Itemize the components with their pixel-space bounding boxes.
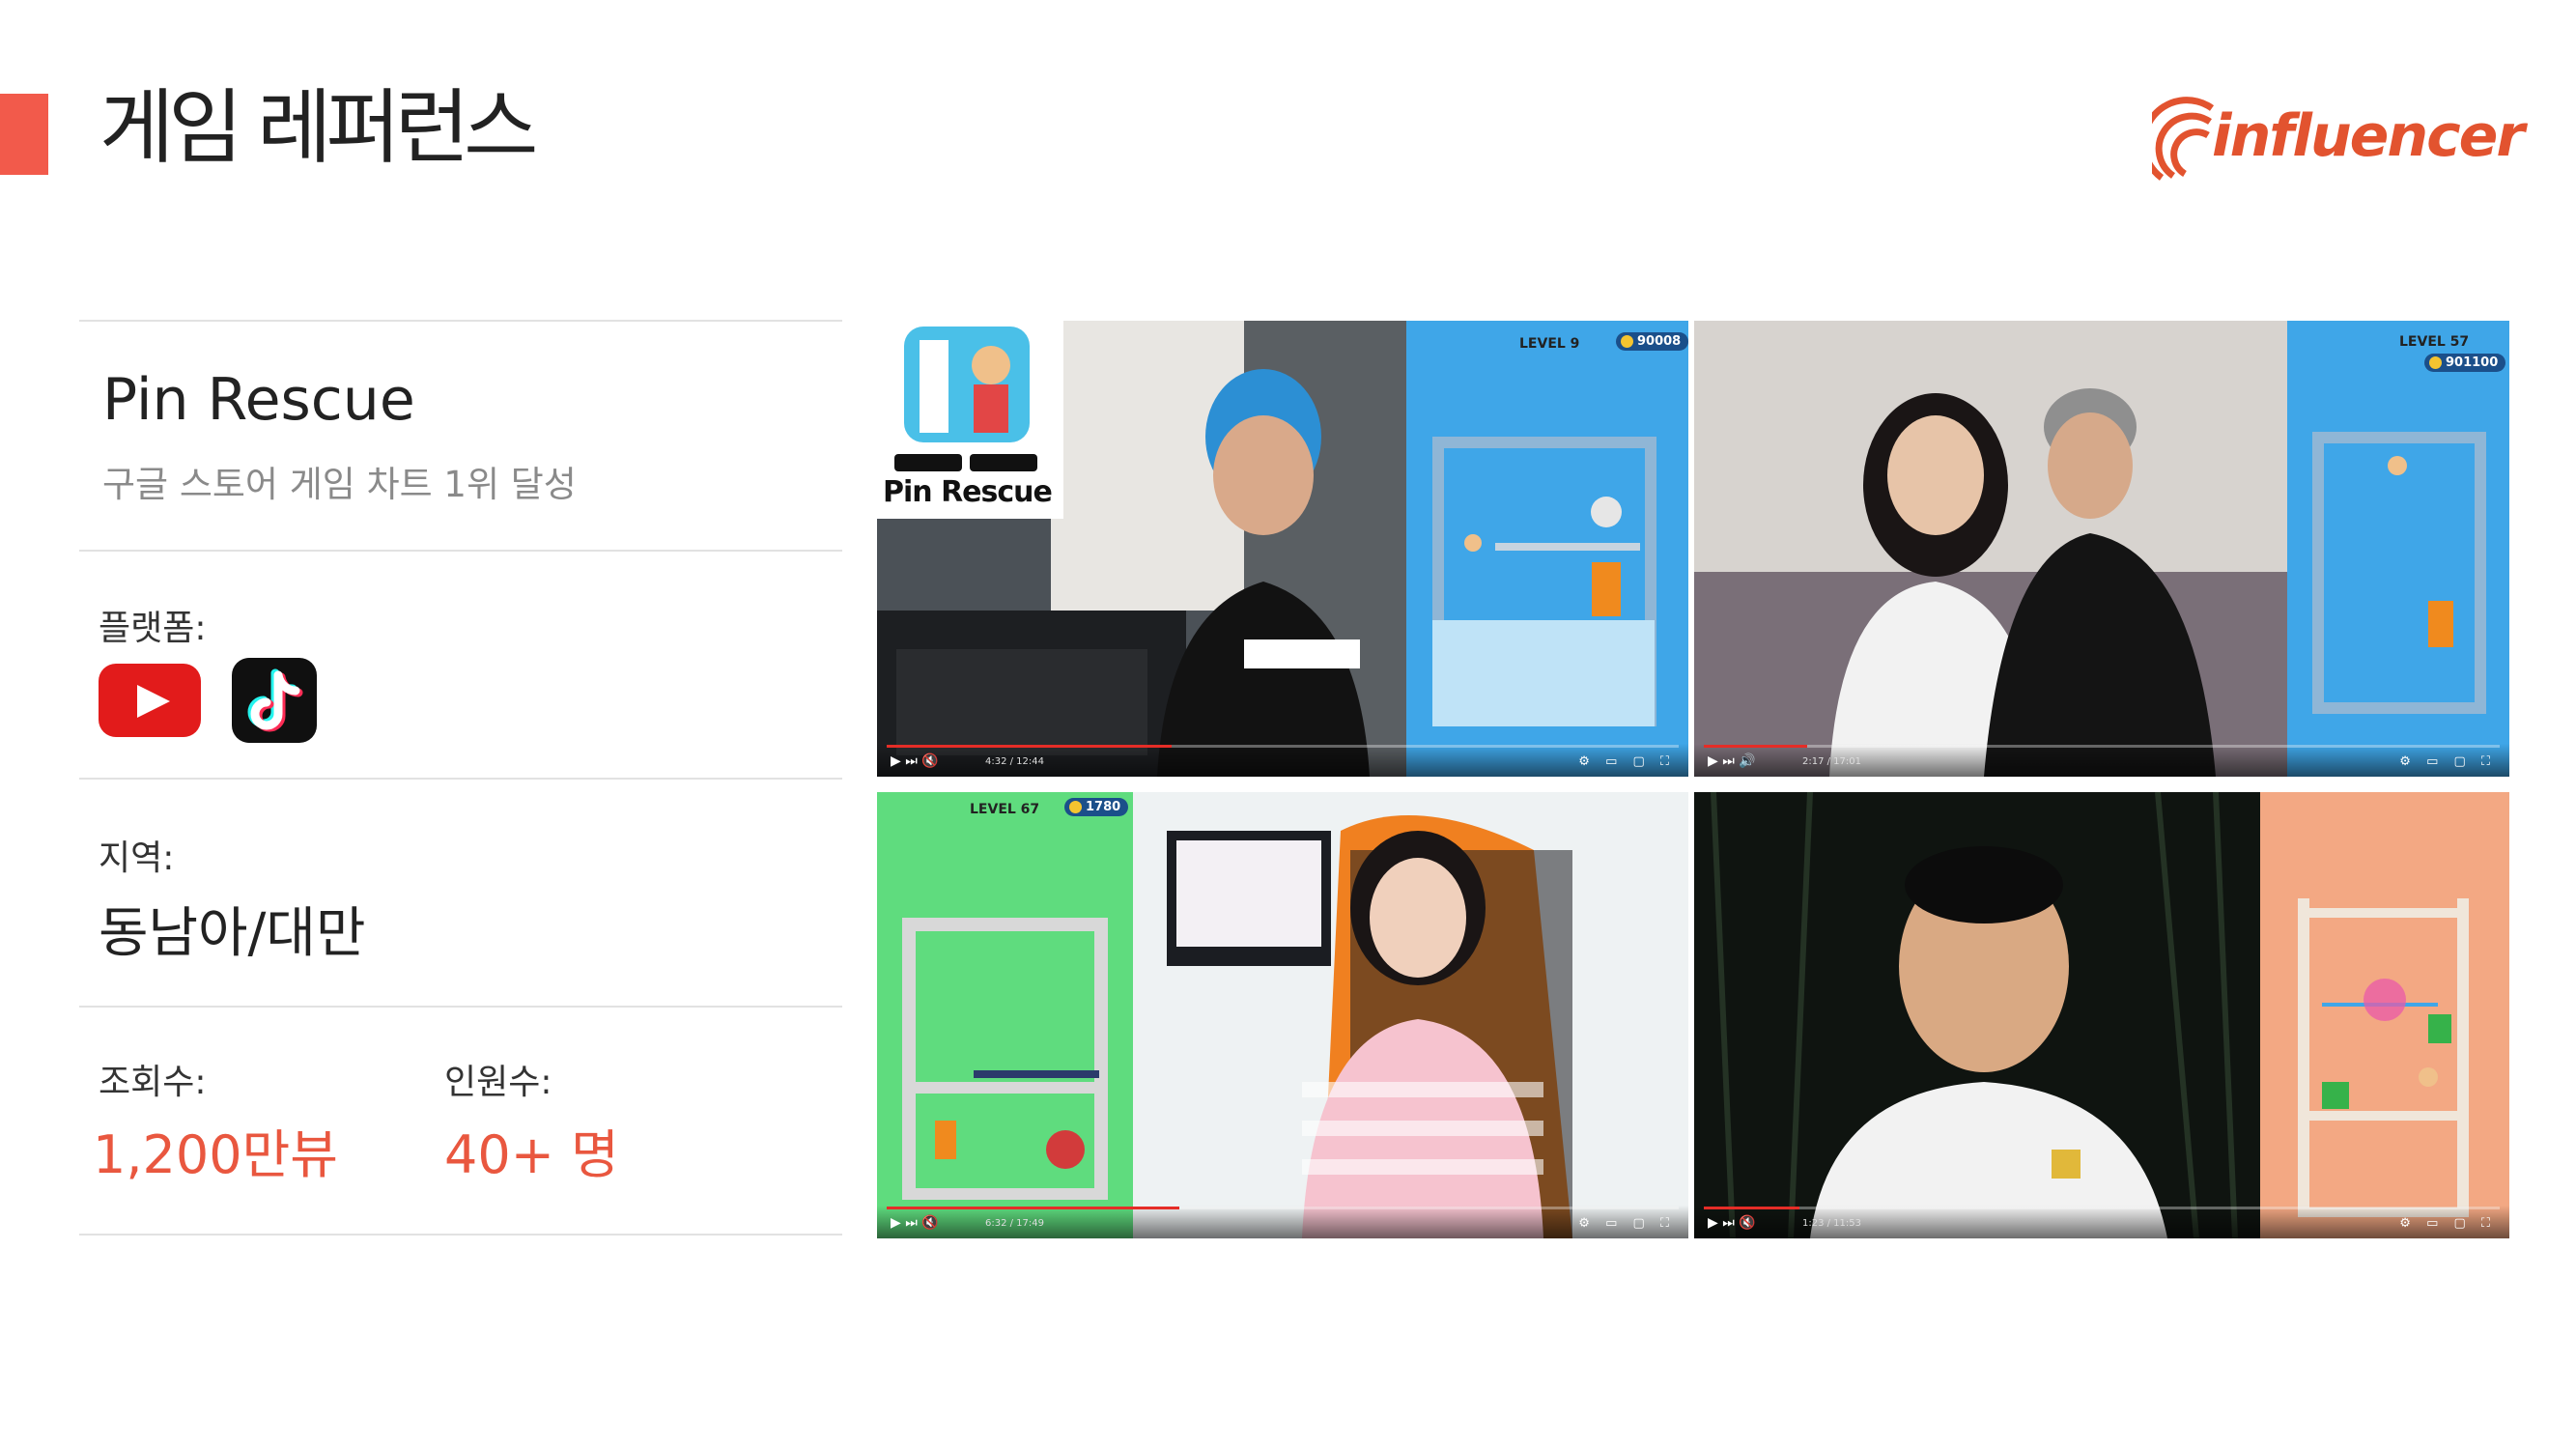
video-thumbnail-3[interactable]: LEVEL 67 1780 ▶ ⏭ 🔇 6:32 / 17:49 ⚙ ▭ ▢ ⛶ — [877, 792, 1688, 1238]
game-level: LEVEL 67 — [970, 802, 1040, 817]
app-badge: Pin Rescue — [877, 321, 1063, 519]
player-controls[interactable]: ▶ ⏭ 🔇 — [891, 1215, 939, 1231]
game-level: LEVEL 57 — [2399, 334, 2470, 350]
video-progress-bar[interactable] — [1704, 745, 2500, 748]
player-controls[interactable]: ▶ ⏭ 🔇 — [1708, 1215, 1756, 1231]
coin-counter: 901100 — [2424, 354, 2506, 372]
platform-label: 플랫폼: — [99, 609, 207, 648]
video-frame-3 — [877, 792, 1688, 1238]
page-title: 게임 레퍼런스 — [99, 80, 538, 175]
pin-rescue-app-icon — [894, 327, 1037, 471]
influencer-logo: influencer — [2152, 93, 2525, 185]
video-reference-grid: Pin Rescue LEVEL 9 90008 ▶ ⏭ 🔇 4:32 / 12… — [877, 321, 2509, 1238]
divider — [79, 1006, 842, 1008]
people-label: 인원수: — [444, 1063, 552, 1102]
logo-text: influencer — [2212, 102, 2525, 170]
progress-fill — [887, 745, 1173, 748]
youtube-icon — [99, 664, 201, 737]
game-subtitle: 구글 스토어 게임 차트 1위 달성 — [102, 464, 577, 505]
video-time: 2:17 / 17:01 — [1802, 756, 1862, 767]
video-time: 6:32 / 17:49 — [985, 1218, 1045, 1229]
views-value: 1,200만뷰 — [93, 1124, 338, 1185]
player-settings-icons[interactable]: ⚙ ▭ ▢ ⛶ — [1578, 1216, 1675, 1231]
progress-fill — [1704, 745, 1808, 748]
app-badge-title: Pin Rescue — [883, 475, 1053, 509]
progress-fill — [887, 1207, 1180, 1209]
region-label: 지역: — [99, 838, 175, 878]
views-label: 조회수: — [99, 1063, 207, 1102]
video-frame-2 — [1694, 321, 2509, 777]
video-thumbnail-1[interactable]: Pin Rescue LEVEL 9 90008 ▶ ⏭ 🔇 4:32 / 12… — [877, 321, 1688, 777]
player-controls[interactable]: ▶ ⏭ 🔊 — [1708, 753, 1756, 769]
video-progress-bar[interactable] — [1704, 1207, 2500, 1209]
progress-fill — [1704, 1207, 1799, 1209]
player-controls[interactable]: ▶ ⏭ 🔇 — [891, 753, 939, 769]
title-accent-bar — [0, 94, 48, 175]
video-time: 1:23 / 11:53 — [1802, 1218, 1862, 1229]
video-progress-bar[interactable] — [887, 1207, 1679, 1209]
video-thumbnail-4[interactable]: ▶ ⏭ 🔇 1:23 / 11:53 ⚙ ▭ ▢ ⛶ — [1694, 792, 2509, 1238]
video-progress-bar[interactable] — [887, 745, 1679, 748]
player-settings-icons[interactable]: ⚙ ▭ ▢ ⛶ — [2399, 1216, 2496, 1231]
divider — [79, 1234, 842, 1236]
tiktok-icon — [232, 658, 317, 743]
video-thumbnail-2[interactable]: LEVEL 57 901100 ▶ ⏭ 🔊 2:17 / 17:01 ⚙ ▭ ▢… — [1694, 321, 2509, 777]
coin-counter: 1780 — [1064, 798, 1129, 816]
coin-counter: 90008 — [1616, 332, 1688, 351]
game-name: Pin Rescue — [102, 366, 415, 434]
video-frame-4 — [1694, 792, 2509, 1238]
divider — [79, 778, 842, 780]
divider — [79, 550, 842, 552]
player-settings-icons[interactable]: ⚙ ▭ ▢ ⛶ — [2399, 754, 2496, 769]
game-level: LEVEL 9 — [1519, 336, 1580, 352]
video-time: 4:32 / 12:44 — [985, 756, 1045, 767]
region-value: 동남아/대만 — [99, 902, 366, 965]
player-settings-icons[interactable]: ⚙ ▭ ▢ ⛶ — [1578, 754, 1675, 769]
people-value: 40+ 명 — [444, 1124, 619, 1185]
divider — [79, 320, 842, 322]
